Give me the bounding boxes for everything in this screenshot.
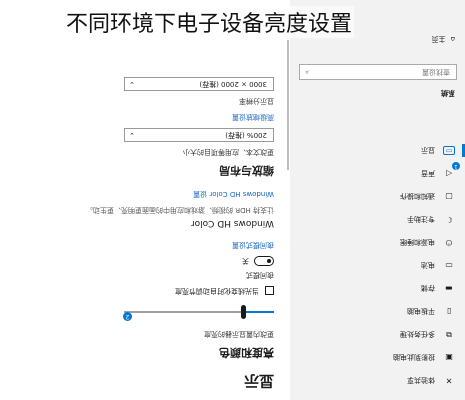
sidebar-item-label: 投影到此电脑 <box>393 353 435 362</box>
scrollbar[interactable] <box>287 40 289 170</box>
sidebar-item-sound[interactable]: ◁ 声音 <box>290 162 465 185</box>
search-placeholder: 查找设置 <box>422 68 450 76</box>
hdr-hint: 让支持 HDR 的视频、游戏和应用中的画面更明亮、更生动。 <box>86 206 274 214</box>
auto-brightness-checkbox[interactable] <box>265 286 274 296</box>
sidebar-item-label: 体验共享 <box>407 376 435 385</box>
night-light-toggle[interactable] <box>254 256 274 266</box>
brightness-slider[interactable]: 2 <box>14 303 274 321</box>
settings-nav-pane: ⌂ 主页 查找设置 ⌕ 系统 ✕ 体验共享 ▣ 投影到此电脑 ⧉ 多任务处理 ▯ 平板电脑 ▬ 存… <box>290 0 465 400</box>
page-title: 显示 <box>243 372 274 390</box>
sidebar-item-notifications[interactable]: ▢ 通知和操作 <box>290 185 465 208</box>
resolution-dropdown[interactable]: 3000 × 2000 (推荐) ⌄ <box>124 77 274 91</box>
sound-icon: ◁ <box>445 169 453 178</box>
display-settings-pane: 显示 亮度和颜色 更改内置显示器的亮度 2 当光线变化时自动调节亮度 夜间模式 … <box>0 0 290 400</box>
storage-icon: ▬ <box>445 284 453 293</box>
home-icon: ⌂ <box>450 35 455 43</box>
scale-label: 更改文本、应用等项目的大小 <box>183 148 274 156</box>
chevron-down-icon: ⌄ <box>129 80 135 88</box>
hdr-settings-link[interactable]: Windows HD Color 设置 <box>14 189 274 199</box>
sidebar-item-label: 电源和睡眠 <box>400 238 435 247</box>
sidebar-item-focus-assist[interactable]: ☾ 专注助手 <box>290 208 465 231</box>
sidebar-item-label: 声音 <box>421 169 435 178</box>
sidebar-item-projecting[interactable]: ▣ 投影到此电脑 <box>290 346 465 369</box>
sidebar-item-label: 多任务处理 <box>400 330 435 339</box>
sidebar-item-shared-experiences[interactable]: ✕ 体验共享 <box>290 369 465 392</box>
brightness-section-title: 亮度和颜色 <box>219 346 274 359</box>
sidebar-item-battery[interactable]: ▭ 电池 <box>290 254 465 277</box>
resolution-label: 显示分辨率 <box>239 97 274 105</box>
sidebar-item-label: 电池 <box>421 261 435 270</box>
auto-brightness-row[interactable]: 当光线变化时自动调节亮度 <box>14 286 274 296</box>
focus-assist-icon: ☾ <box>445 215 453 224</box>
toggle-knob <box>267 259 271 263</box>
hdr-title: Windows HD Color <box>190 218 274 228</box>
multitasking-icon: ⧉ <box>446 330 452 340</box>
scale-section-title: 缩放与布局 <box>219 164 274 177</box>
notifications-icon: ▢ <box>445 192 453 201</box>
power-sleep-icon: ⏻ <box>445 238 453 248</box>
brightness-label: 更改内置显示器的亮度 <box>204 330 274 338</box>
sidebar-item-display[interactable]: ▭ 显示 1 <box>290 139 465 170</box>
night-light-label: 夜间模式 <box>246 271 274 279</box>
tablet-icon: ▯ <box>446 307 452 316</box>
sidebar-item-label: 显示 <box>421 146 435 155</box>
slider-fill <box>244 311 274 313</box>
resolution-value: 3000 × 2000 (推荐) <box>199 80 267 88</box>
auto-brightness-label: 当光线变化时自动调节亮度 <box>175 287 259 295</box>
sidebar-item-storage[interactable]: ▬ 存储 <box>290 277 465 300</box>
search-icon: ⌕ <box>305 68 309 76</box>
advanced-scale-link[interactable]: 高级缩放设置 <box>14 112 274 122</box>
slider-badge: 2 <box>123 312 132 321</box>
night-light-row: 关 <box>14 256 274 266</box>
nav-group-title: 系统 <box>441 89 455 97</box>
sidebar-item-label: 专注助手 <box>407 215 435 224</box>
sidebar-item-multitasking[interactable]: ⧉ 多任务处理 <box>290 323 465 346</box>
display-icon: ▭ <box>443 146 455 155</box>
nav-home-label: 主页 <box>431 35 446 43</box>
slider-thumb[interactable] <box>241 305 246 319</box>
sidebar-item-label: 平板电脑 <box>407 307 435 316</box>
nav-home[interactable]: ⌂ 主页 <box>432 34 455 44</box>
shared-experiences-icon: ✕ <box>445 376 453 385</box>
sidebar-item-label: 通知和操作 <box>400 192 435 201</box>
night-light-settings-link[interactable]: 夜间模式设置 <box>14 240 274 250</box>
night-light-state: 关 <box>242 257 249 265</box>
sidebar-item-tablet[interactable]: ▯ 平板电脑 <box>290 300 465 323</box>
battery-icon: ▭ <box>445 261 453 270</box>
nav-list: ✕ 体验共享 ▣ 投影到此电脑 ⧉ 多任务处理 ▯ 平板电脑 ▬ 存储 ▭ 电池 ⏻ 电源和睡眠 ☾ 专注助手… <box>290 139 465 392</box>
overlay-caption: 不同环境下电子设备亮度设置 <box>64 6 355 38</box>
chevron-down-icon: ⌄ <box>129 131 135 139</box>
sidebar-item-power-sleep[interactable]: ⏻ 电源和睡眠 <box>290 231 465 254</box>
scale-dropdown[interactable]: 200% (推荐) ⌄ <box>124 128 274 142</box>
nav-badge: 1 <box>452 162 460 170</box>
search-input[interactable]: 查找设置 ⌕ <box>299 64 457 80</box>
projecting-icon: ▣ <box>445 353 453 362</box>
scale-value: 200% (推荐) <box>225 131 267 139</box>
sidebar-item-label: 存储 <box>421 284 435 293</box>
